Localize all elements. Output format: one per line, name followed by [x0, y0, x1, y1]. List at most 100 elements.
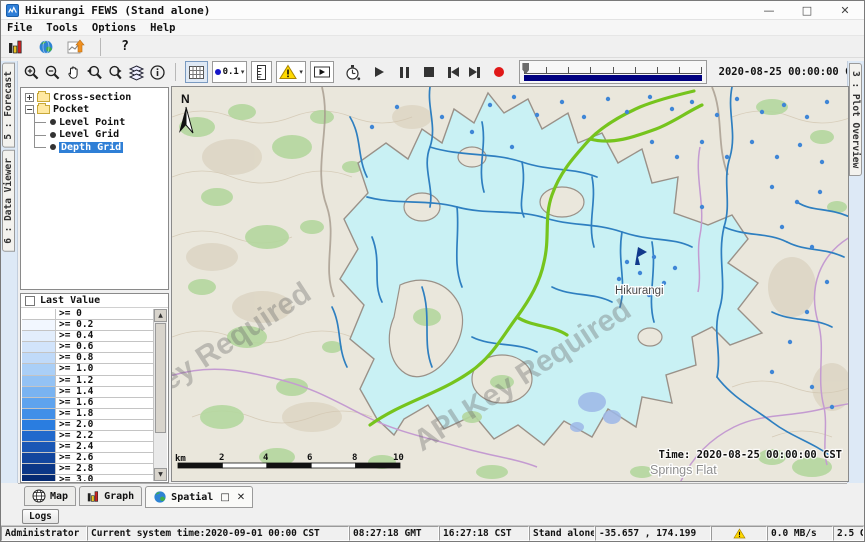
minimize-icon[interactable]: — — [750, 1, 788, 19]
tab-forecast[interactable]: 5 : Forecast — [2, 63, 15, 148]
level-point-dot — [512, 95, 516, 99]
level-point-dot — [470, 130, 474, 134]
level-point-dot — [750, 140, 754, 144]
zoom-next-icon[interactable] — [107, 61, 124, 83]
grid-display-button[interactable] — [185, 61, 208, 83]
legend-row[interactable]: >= 3.0 — [22, 475, 153, 481]
timeseries-display-icon[interactable] — [65, 36, 87, 58]
tree-leaf-level-grid[interactable]: Level Grid — [21, 129, 168, 142]
tab-close-icon[interactable]: ✕ — [237, 492, 245, 503]
tab-graph-label: Graph — [104, 491, 134, 502]
legend-row-label: >= 0 — [56, 309, 153, 319]
skip-to-end-button[interactable] — [468, 61, 481, 83]
folder-icon — [37, 93, 50, 102]
animation-settings-icon[interactable] — [344, 61, 361, 83]
status-mode: Stand alone — [529, 526, 595, 541]
forecast-manager-icon[interactable] — [5, 36, 27, 58]
menu-tools[interactable]: Tools — [46, 22, 78, 34]
tab-spatial[interactable]: Spatial □ ✕ — [145, 486, 253, 508]
legend-row[interactable]: >= 1.0 — [22, 364, 153, 375]
legend-color-swatch — [22, 409, 56, 419]
contour-interval-dropdown[interactable]: 0.1 ▾ — [212, 61, 248, 83]
legend-row-label: >= 0.4 — [56, 331, 153, 341]
status-system-time: Current system time:2020-09-01 00:00 CST — [87, 526, 349, 541]
status-user: Administrator — [1, 526, 87, 541]
time-slider-range-bar — [524, 75, 701, 81]
app-logo-icon — [6, 4, 19, 17]
scale-tick: 2 — [219, 453, 224, 463]
tree-leaf-label: Level Point — [59, 117, 125, 128]
tab-plot-overview[interactable]: 3 : Plot Overview — [849, 63, 862, 176]
tree-node-cross-section[interactable]: + Cross-section — [21, 91, 168, 104]
tree-leaf-level-point[interactable]: Level Point — [21, 116, 168, 129]
bullet-icon — [50, 144, 56, 150]
level-point-dot — [652, 255, 656, 259]
scale-tick: 4 — [263, 453, 269, 463]
pan-icon[interactable] — [65, 61, 82, 83]
legend-color-swatch — [22, 353, 56, 363]
ruler-button[interactable] — [251, 61, 272, 83]
tab-restore-icon[interactable]: □ — [220, 492, 229, 503]
help-icon[interactable]: ? — [114, 36, 136, 58]
scrollbar-thumb[interactable] — [155, 323, 166, 433]
logs-button[interactable]: Logs — [22, 509, 59, 524]
chevron-down-icon: ▾ — [299, 68, 303, 76]
tree-leaf-depth-grid[interactable]: Depth Grid — [21, 141, 168, 154]
close-icon[interactable]: ✕ — [826, 1, 864, 19]
level-point-dot — [510, 145, 514, 149]
spatial-display-icon[interactable] — [35, 36, 57, 58]
level-point-dot — [735, 97, 739, 101]
skip-to-start-button[interactable] — [447, 61, 460, 83]
level-point-dot — [830, 405, 834, 409]
tree-node-pocket[interactable]: − Pocket — [21, 104, 168, 117]
area-label-springs-flat: Springs Flat — [650, 463, 717, 477]
legend-color-swatch — [22, 453, 56, 463]
stop-button[interactable] — [422, 61, 435, 83]
menu-options[interactable]: Options — [92, 22, 136, 34]
legend-scrollbar[interactable]: ▲ ▼ — [153, 309, 167, 481]
legend-row-label: >= 1.0 — [56, 364, 153, 374]
play-button[interactable] — [373, 61, 386, 83]
zoom-previous-icon[interactable] — [86, 61, 103, 83]
level-point-dot — [606, 97, 610, 101]
logs-row: Logs — [18, 508, 59, 525]
record-button[interactable] — [493, 61, 506, 83]
time-slider[interactable] — [519, 60, 706, 84]
level-point-dot — [780, 225, 784, 229]
map-view[interactable]: API Key Required API Key Required N Hiku… — [171, 86, 849, 482]
legend-row-label: >= 2.6 — [56, 453, 153, 463]
maximize-icon[interactable]: □ — [788, 1, 826, 19]
tab-data-viewer[interactable]: 6 : Data Viewer — [2, 150, 15, 252]
legend-color-swatch — [22, 420, 56, 430]
time-slider-track — [524, 64, 701, 74]
scroll-up-icon[interactable]: ▲ — [154, 309, 167, 322]
status-memory: 2.5 GB — [833, 526, 864, 541]
expand-icon[interactable]: + — [25, 93, 34, 102]
pause-button[interactable] — [398, 61, 411, 83]
last-value-checkbox[interactable] — [25, 296, 35, 306]
menu-help[interactable]: Help — [150, 22, 175, 34]
legend-row[interactable]: >= 1.2 — [22, 376, 153, 387]
level-point-dot — [805, 115, 809, 119]
layers-icon[interactable] — [128, 61, 145, 83]
tab-spatial-label: Spatial — [171, 492, 213, 503]
tab-map[interactable]: Map — [24, 486, 76, 506]
map-canvas[interactable]: API Key Required API Key Required N Hiku… — [172, 87, 849, 482]
legend-panel: Last Value >= 0>= 0.2>= 0.4>= 0.6>= 0.8>… — [20, 293, 169, 483]
collapse-icon[interactable]: − — [25, 105, 34, 114]
status-warning-cell[interactable] — [711, 526, 767, 541]
legend-color-swatch — [22, 364, 56, 374]
zoom-in-icon[interactable] — [23, 61, 40, 83]
tab-graph[interactable]: Graph — [79, 486, 142, 506]
menu-file[interactable]: File — [7, 22, 32, 34]
zoom-out-icon[interactable] — [44, 61, 61, 83]
level-point-dot — [820, 160, 824, 164]
tree-leaf-label-selected: Depth Grid — [59, 142, 123, 153]
info-icon[interactable] — [149, 61, 166, 83]
level-point-dot — [395, 105, 399, 109]
animation-button[interactable] — [310, 61, 334, 83]
scroll-down-icon[interactable]: ▼ — [154, 468, 167, 481]
legend-row-label: >= 0.8 — [56, 353, 153, 363]
north-label: N — [181, 92, 190, 106]
warning-threshold-dropdown[interactable]: ▾ — [276, 61, 306, 83]
